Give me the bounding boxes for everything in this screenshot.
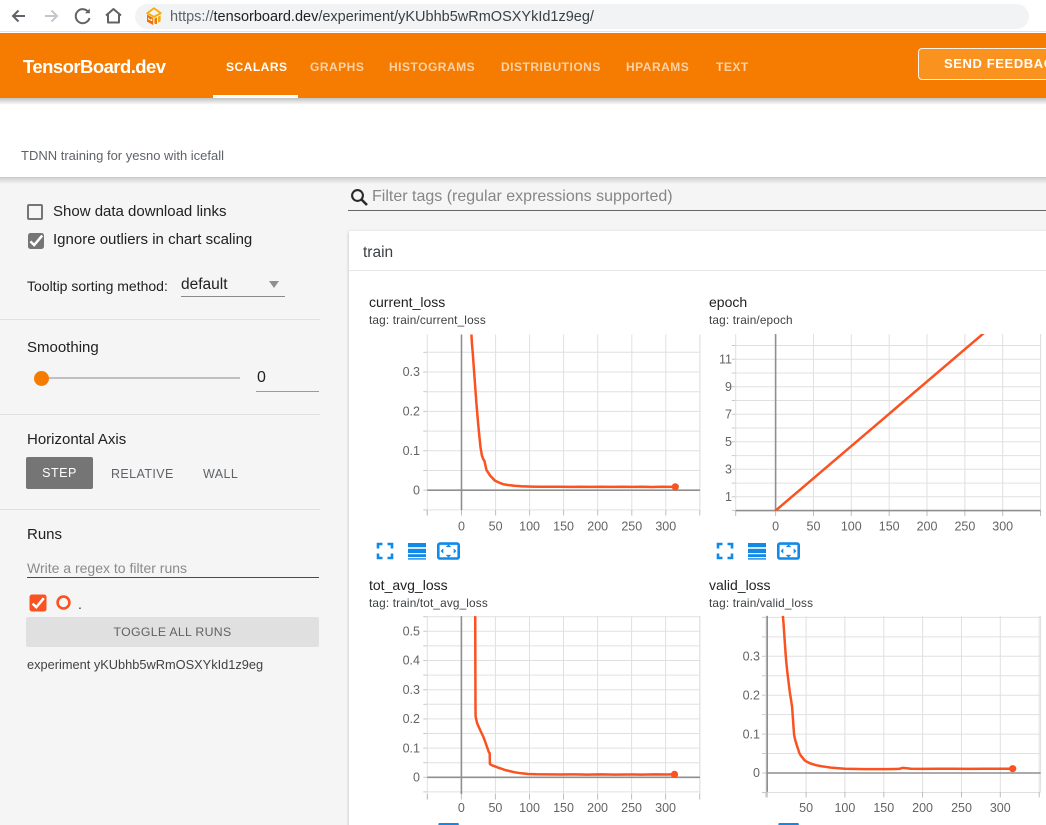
svg-text:250: 250 (954, 519, 975, 532)
svg-text:0.2: 0.2 (403, 712, 420, 726)
svg-text:100: 100 (519, 801, 540, 815)
svg-text:250: 250 (621, 519, 642, 532)
svg-text:150: 150 (553, 801, 574, 815)
svg-text:0: 0 (753, 766, 760, 780)
svg-text:1: 1 (725, 490, 732, 504)
svg-text:50: 50 (488, 801, 502, 815)
svg-text:7: 7 (725, 408, 732, 422)
svg-text:250: 250 (621, 801, 642, 815)
svg-text:200: 200 (587, 801, 608, 815)
svg-text:200: 200 (912, 801, 933, 815)
svg-text:11: 11 (719, 352, 732, 366)
svg-text:100: 100 (841, 519, 862, 532)
svg-text:0.1: 0.1 (403, 444, 420, 458)
svg-text:150: 150 (553, 519, 574, 532)
svg-text:100: 100 (519, 519, 540, 532)
svg-text:200: 200 (917, 519, 938, 532)
svg-text:0.3: 0.3 (743, 650, 760, 664)
svg-text:0: 0 (772, 519, 779, 532)
svg-text:0: 0 (458, 519, 465, 532)
svg-text:0: 0 (413, 771, 420, 785)
svg-text:200: 200 (587, 519, 608, 532)
svg-text:0.3: 0.3 (403, 365, 420, 379)
svg-text:0.3: 0.3 (403, 683, 420, 697)
svg-text:50: 50 (489, 519, 503, 532)
svg-text:250: 250 (951, 801, 972, 815)
svg-text:0: 0 (458, 801, 465, 815)
svg-text:0.5: 0.5 (403, 625, 420, 639)
svg-text:150: 150 (873, 801, 894, 815)
svg-text:0: 0 (413, 483, 420, 497)
svg-text:50: 50 (799, 801, 813, 815)
svg-text:9: 9 (725, 380, 732, 394)
svg-text:0.1: 0.1 (403, 741, 420, 755)
svg-text:0.2: 0.2 (403, 405, 420, 419)
svg-text:0.1: 0.1 (743, 727, 760, 741)
svg-text:50: 50 (807, 519, 821, 532)
svg-text:100: 100 (834, 801, 855, 815)
svg-text:300: 300 (655, 519, 676, 532)
svg-text:300: 300 (990, 801, 1011, 815)
svg-text:300: 300 (655, 801, 676, 815)
svg-text:150: 150 (879, 519, 900, 532)
svg-text:5: 5 (725, 435, 732, 449)
svg-text:300: 300 (992, 519, 1013, 532)
svg-text:0.4: 0.4 (403, 654, 420, 668)
svg-text:3: 3 (725, 463, 732, 477)
svg-text:0.2: 0.2 (743, 688, 760, 702)
